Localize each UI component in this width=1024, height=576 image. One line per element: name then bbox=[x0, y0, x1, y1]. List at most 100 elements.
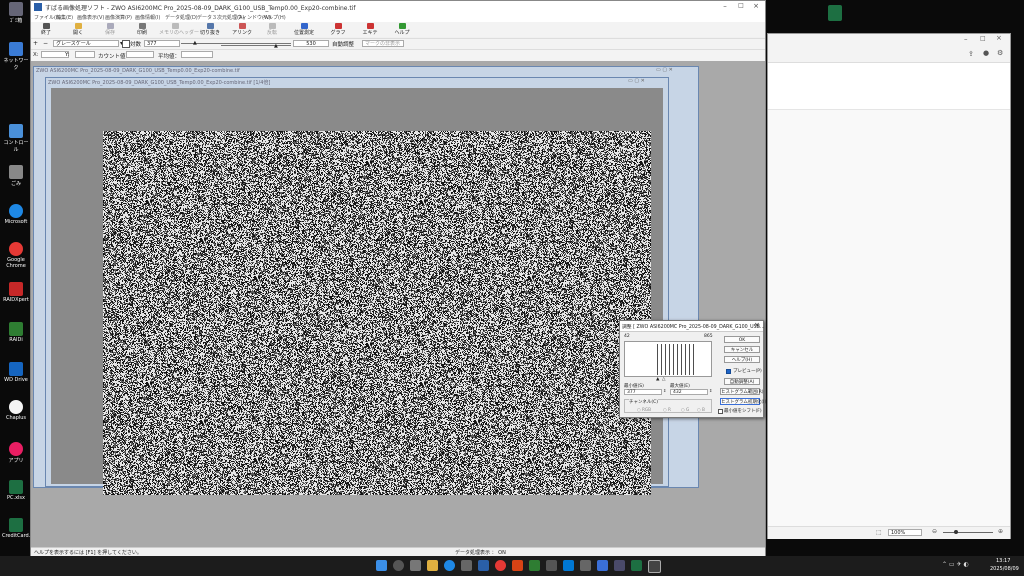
fix-min-checkbox[interactable] bbox=[718, 409, 723, 414]
mark-hide-button[interactable]: マークの非表示 bbox=[362, 40, 404, 47]
share-icon[interactable]: ⇪ bbox=[968, 50, 974, 58]
header-button[interactable]: メモリのヘッダー bbox=[159, 23, 199, 36]
photos-icon[interactable] bbox=[478, 560, 489, 571]
preview-checkbox[interactable] bbox=[726, 369, 731, 374]
channel-g[interactable]: ○ G bbox=[681, 407, 689, 412]
store-icon[interactable] bbox=[461, 560, 472, 571]
exit-button[interactable]: 終了 bbox=[33, 23, 59, 36]
channel-r[interactable]: ○ R bbox=[663, 407, 671, 412]
desktop-icon-5[interactable]: Google Chrome bbox=[2, 242, 30, 269]
desktop-icon-11[interactable]: PC.xlsx bbox=[2, 480, 30, 501]
menu-info[interactable]: 画像情報(I) bbox=[135, 14, 160, 21]
menu-edit[interactable]: 編集(E) bbox=[56, 14, 73, 21]
desktop-icon-2[interactable]: コントロール bbox=[2, 124, 30, 153]
channel-b[interactable]: ○ B bbox=[697, 407, 705, 412]
edge-icon[interactable] bbox=[444, 560, 455, 571]
menu-operation[interactable]: 画像演算(P) bbox=[105, 14, 132, 21]
desktop-icon-6[interactable]: RAIDXpert bbox=[2, 282, 30, 303]
print-button[interactable]: 印刷 bbox=[129, 23, 155, 36]
hist-max-marker-icon[interactable]: △ bbox=[662, 377, 665, 382]
desktop-icon-10[interactable]: アプリ bbox=[2, 442, 30, 464]
app-icon[interactable] bbox=[529, 560, 540, 571]
cancel-button[interactable]: キャンセル bbox=[724, 346, 760, 353]
close-icon[interactable]: × bbox=[996, 34, 1002, 42]
palette-select[interactable]: グレースケール bbox=[53, 40, 119, 47]
desktop-icon-4[interactable]: Microsoft bbox=[2, 204, 30, 225]
zoom-slider-thumb[interactable] bbox=[954, 530, 958, 534]
max-slider-track[interactable] bbox=[221, 45, 291, 46]
app-icon[interactable] bbox=[546, 560, 557, 571]
maximize-icon[interactable]: □ bbox=[980, 35, 986, 42]
invert-button[interactable]: 反転 bbox=[259, 23, 285, 36]
view-icon[interactable]: ⬚ bbox=[876, 529, 882, 536]
zoom-out-icon[interactable]: − bbox=[43, 40, 48, 47]
save-button[interactable]: 保存 bbox=[97, 23, 123, 36]
menu-help[interactable]: ヘルプ(H) bbox=[263, 14, 286, 21]
app-icon[interactable] bbox=[580, 560, 591, 571]
zoom-out-icon[interactable]: ⊖ bbox=[932, 528, 937, 535]
open-button[interactable]: 開く bbox=[65, 23, 91, 36]
auto-adjust-dialog-button[interactable]: 自動調整(A) bbox=[724, 378, 760, 385]
excel-desktop-icon[interactable] bbox=[828, 5, 842, 21]
zoom-in-icon[interactable]: + bbox=[33, 40, 38, 47]
app-icon[interactable] bbox=[512, 560, 523, 571]
max-spin-icon[interactable]: ⇕ bbox=[709, 388, 712, 393]
desktop-icon-8[interactable]: WD Drive bbox=[2, 362, 30, 383]
clock-date[interactable]: 2025/08/09 bbox=[990, 566, 1019, 572]
dialog-max-field[interactable]: 432 bbox=[670, 389, 708, 395]
zoom-slider[interactable] bbox=[943, 532, 993, 533]
editor-button[interactable]: エキテ bbox=[357, 23, 383, 36]
dialog-close-icon[interactable]: × bbox=[754, 321, 760, 329]
hist-range-button[interactable]: ヒストグラム範囲(R) bbox=[720, 388, 764, 395]
minimize-icon[interactable]: – bbox=[964, 35, 968, 43]
maximize-button[interactable]: □ bbox=[735, 2, 747, 12]
desktop-icon-0[interactable]: ｺﾞﾐ箱 bbox=[2, 2, 30, 24]
desktop-icon-9[interactable]: Chaplus bbox=[2, 400, 30, 421]
dialog-help-button[interactable]: ヘルプ(H) bbox=[724, 356, 760, 363]
child-back-controls[interactable]: ▭ ▢ ✕ bbox=[656, 67, 673, 73]
min-spin-icon[interactable]: ⇕ bbox=[663, 388, 666, 393]
graph-button[interactable]: グラフ bbox=[325, 23, 351, 36]
start-icon[interactable] bbox=[376, 560, 387, 571]
file-explorer-icon[interactable] bbox=[427, 560, 438, 571]
task-view-icon[interactable] bbox=[410, 560, 421, 571]
ok-button[interactable]: OK bbox=[724, 336, 760, 343]
minimize-button[interactable]: – bbox=[719, 2, 731, 12]
vscode-icon[interactable] bbox=[563, 560, 574, 571]
menu-data[interactable]: データ処理(D) bbox=[165, 14, 198, 21]
close-button[interactable]: × bbox=[750, 2, 762, 12]
help-button[interactable]: ヘルプ bbox=[389, 23, 415, 36]
right-zoom-field[interactable]: 100% bbox=[888, 529, 922, 536]
dialog-min-field[interactable]: 377 bbox=[624, 389, 662, 395]
log-checkbox[interactable] bbox=[122, 40, 130, 48]
max-value-field[interactable]: 530 bbox=[293, 40, 329, 47]
child-front-controls[interactable]: ▭ ▢ ✕ bbox=[628, 78, 645, 84]
desktop-icon-12[interactable]: CreditCard.xlsx bbox=[2, 518, 40, 539]
dark-frame-image[interactable] bbox=[103, 131, 651, 495]
desktop-icon-1[interactable]: ネットワーク bbox=[2, 42, 30, 71]
desktop-icon-3[interactable]: ごみ bbox=[2, 165, 30, 187]
crop-button[interactable]: 切り抜き bbox=[197, 23, 223, 36]
search-icon[interactable] bbox=[393, 560, 404, 571]
min-value-field[interactable]: 377 bbox=[144, 40, 180, 47]
histogram[interactable] bbox=[624, 341, 712, 377]
auto-adjust-button[interactable]: 自動調整 bbox=[332, 40, 354, 48]
position-measure-button[interactable]: 位置測定 bbox=[291, 23, 317, 36]
desktop-icon-7[interactable]: RAIDi bbox=[2, 322, 30, 343]
app-icon[interactable] bbox=[597, 560, 608, 571]
alink-button[interactable]: アリンク bbox=[229, 23, 255, 36]
min-slider-thumb[interactable]: ▲ bbox=[193, 40, 197, 46]
subaru-app-icon[interactable] bbox=[648, 560, 661, 573]
gear-icon[interactable]: ⚙ bbox=[997, 49, 1003, 57]
hist-min-marker-icon[interactable]: ▲ bbox=[656, 377, 659, 382]
image-canvas[interactable] bbox=[51, 88, 663, 495]
channel-rgb[interactable]: ○ RGB bbox=[637, 407, 651, 412]
excel-icon[interactable] bbox=[631, 560, 642, 571]
hist-reset-button[interactable]: ヒストグラム初期化(I) bbox=[720, 398, 766, 405]
clock-time[interactable]: 13:17 bbox=[996, 558, 1010, 564]
circle-icon[interactable]: ● bbox=[983, 49, 989, 57]
menu-view[interactable]: 画像表示(V) bbox=[77, 14, 104, 21]
tray-icons[interactable]: ⌃ ▭ ✈ ◐ bbox=[942, 561, 969, 568]
child-window-front[interactable]: ZWO ASI6200MC Pro_2025-08-09_DARK_G100_U… bbox=[45, 77, 669, 495]
zoom-in-icon[interactable]: ⊕ bbox=[998, 528, 1003, 535]
